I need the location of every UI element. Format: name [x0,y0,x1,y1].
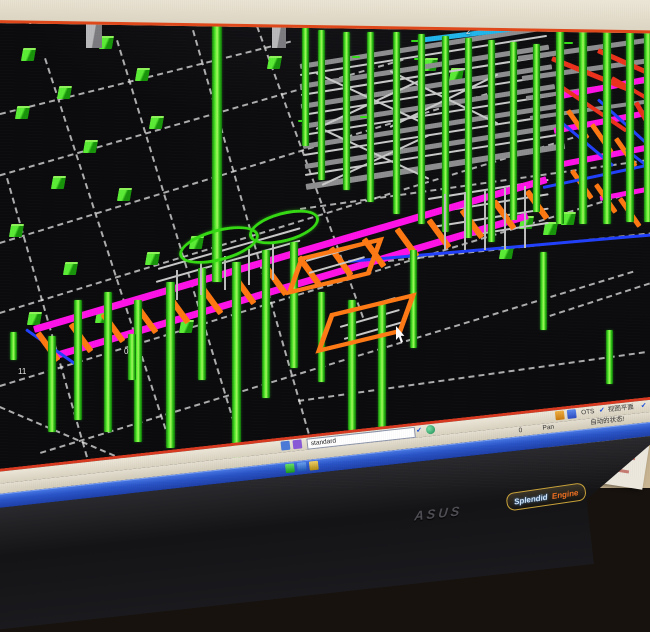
footing-block[interactable] [117,188,132,201]
grid-label: 11 [18,368,26,376]
handrail-post[interactable] [224,256,226,290]
plane-view-label: 视图平面 [608,403,635,415]
ring-red-icon[interactable] [8,0,28,8]
handrail-post[interactable] [484,190,486,250]
column-member[interactable] [48,336,56,432]
palette-icon[interactable] [567,409,577,419]
column-member[interactable] [465,38,472,238]
handrail-post[interactable] [504,188,506,250]
column-member[interactable] [367,32,374,202]
grid-label: 0 [124,348,128,356]
grid-line [540,282,650,319]
column-member[interactable] [644,14,650,222]
column-member[interactable] [74,300,82,420]
footing-block[interactable] [83,140,98,153]
column-member[interactable] [302,26,309,146]
quicklaunch-icon[interactable] [309,461,319,471]
ring-red-icon[interactable] [32,0,52,8]
column-member[interactable] [510,42,517,220]
footing-block[interactable] [149,116,164,129]
column-member[interactable] [166,282,175,448]
column-member[interactable] [128,334,136,380]
column-member[interactable] [10,332,17,360]
footing-block[interactable] [63,262,78,275]
plane-work-checkbox[interactable]: ✔ [640,401,647,411]
footing-block[interactable] [145,252,160,265]
footing-block[interactable] [9,224,24,237]
sticker-word-1: Splendid [513,493,548,507]
handrail-post[interactable] [200,263,202,295]
column-member[interactable] [540,252,547,330]
column-member[interactable] [606,330,613,384]
column-member[interactable] [393,32,400,214]
handrail-post[interactable] [272,242,274,280]
column-member[interactable] [232,262,241,468]
splendid-sticker: Splendid Engine [505,482,587,511]
footing-block[interactable] [21,48,36,61]
column-member[interactable] [343,32,350,190]
column-member[interactable] [488,40,495,242]
handrail-post[interactable] [444,194,446,250]
platform-frame[interactable] [315,292,416,353]
footing-block[interactable] [51,176,66,189]
beam-member[interactable] [564,42,573,44]
quicklaunch-icon[interactable] [285,463,295,473]
mini-tool-icon[interactable] [292,439,302,449]
column-member[interactable] [262,250,270,398]
column-member[interactable] [418,34,425,224]
monitor-brand-logo: ASUS [414,503,463,524]
handrail-post[interactable] [524,186,526,248]
ortho-label: OTS [581,407,595,417]
column-member[interactable] [318,30,325,180]
handrail-post[interactable] [464,192,466,250]
column-member[interactable] [626,16,634,222]
mini-tool-icon[interactable] [280,441,290,451]
column-member[interactable] [290,242,298,368]
footing-block[interactable] [267,56,282,69]
plane-view-checkbox[interactable]: ✔ [599,406,606,416]
handrail-post[interactable] [248,249,250,285]
coordinate-value: 0 [518,426,523,435]
column-member[interactable] [104,292,112,432]
sticker-word-2: Engine [551,488,579,501]
column-member[interactable] [579,24,587,224]
quicklaunch-icon[interactable] [297,462,307,472]
folder-icon[interactable] [555,410,565,420]
beam-member[interactable] [352,56,360,58]
footing-block[interactable] [57,86,72,99]
footing-block[interactable] [135,68,150,81]
column-member[interactable] [556,28,564,224]
handrail-post[interactable] [176,270,178,300]
column-member[interactable] [603,20,611,224]
footing-block[interactable] [15,106,30,119]
check-icon[interactable]: ✔ [416,426,423,436]
column-member[interactable] [533,44,540,212]
pen-red-icon[interactable] [56,0,76,8]
globe-icon[interactable] [426,425,436,435]
mode-label: Pan [542,423,554,433]
